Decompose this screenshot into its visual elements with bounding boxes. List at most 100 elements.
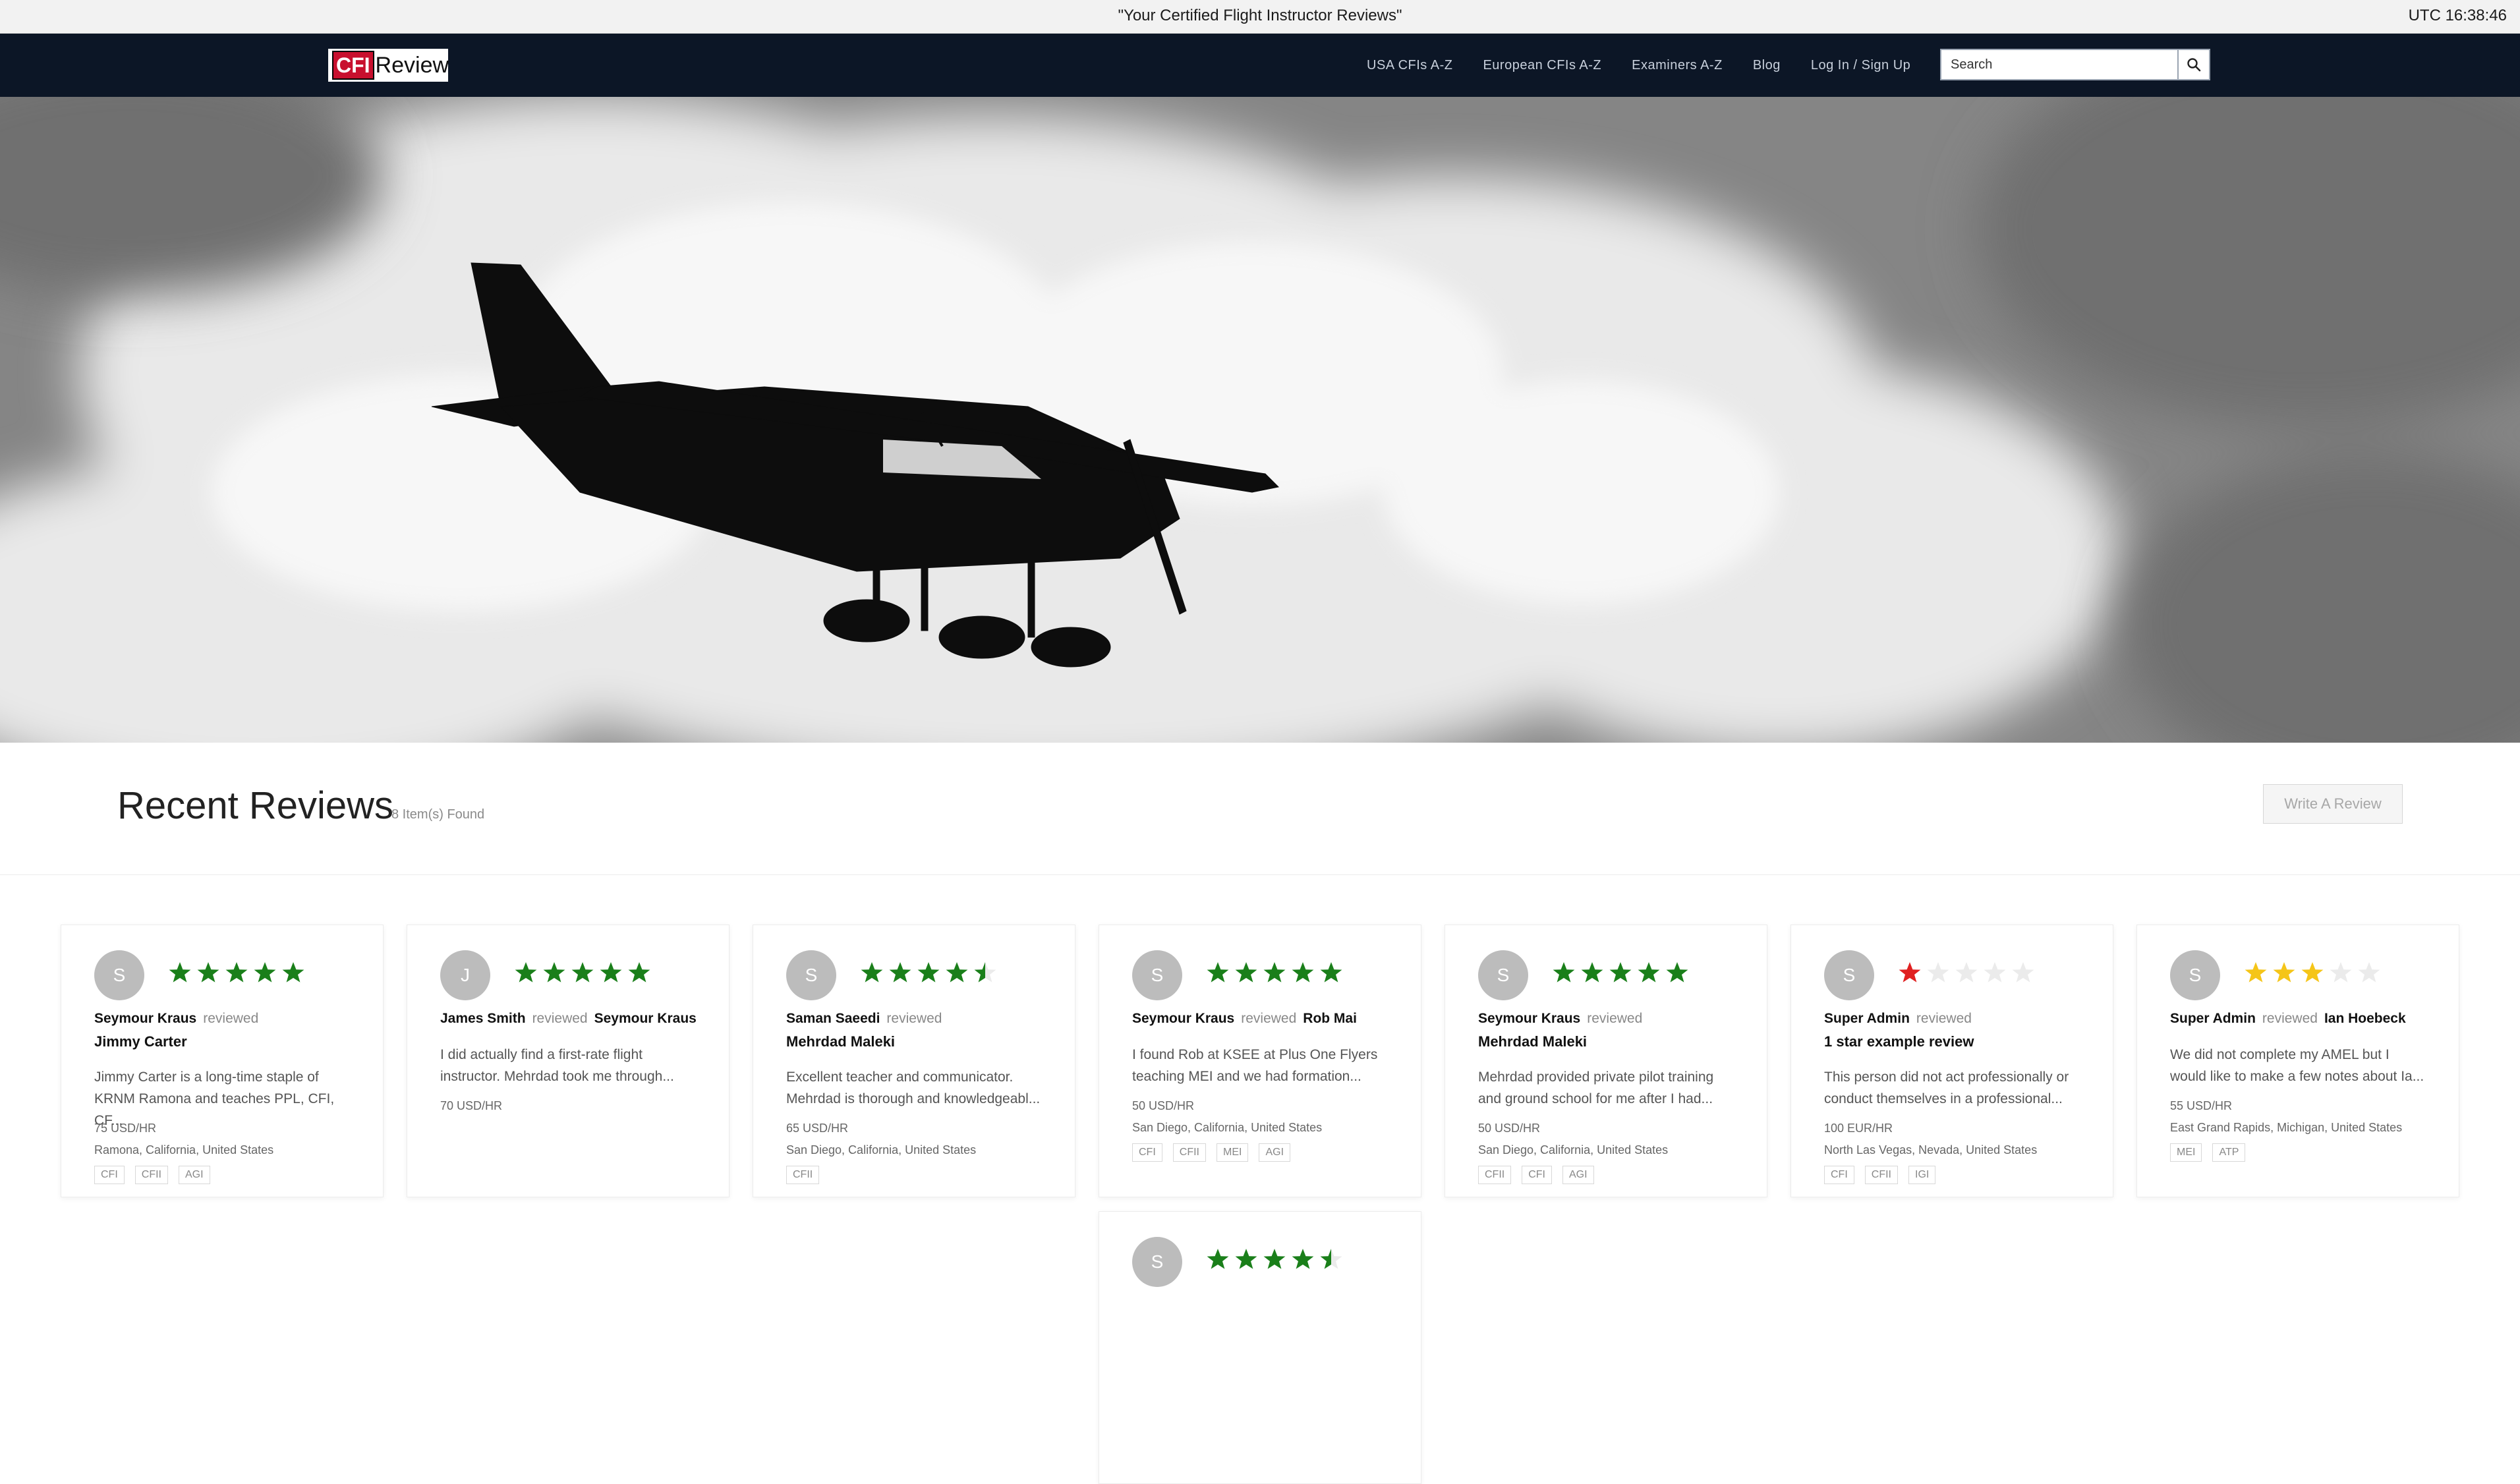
nav-link-examiners[interactable]: Examiners A-Z [1632,58,1723,73]
reviewed-subject[interactable]: Jimmy Carter [94,1033,187,1050]
section-title: Recent Reviews [117,784,394,827]
star-icon [1984,962,2006,983]
review-card[interactable]: S Seymour Kraus reviewed Mehrdad Maleki Mehr… [1445,925,1767,1197]
cert-tag: CFII [1864,1166,1898,1184]
write-review-button[interactable]: Write A Review [2263,784,2403,824]
nav-link-european-cfis[interactable]: European CFIs A-Z [1483,58,1601,73]
avatar: S [94,950,144,1000]
review-card[interactable]: S Seymour Kraus reviewed Jimmy Carter Jimmy … [61,925,384,1197]
search-input[interactable] [1941,50,2177,79]
cert-tag: CFII [134,1166,168,1184]
review-card[interactable]: S Super Admin reviewed Ian Hoebeck We did no… [2136,925,2459,1197]
search-box [1940,49,2210,80]
star-rating [1898,961,2040,987]
reviewer-line: Seymour Kraus reviewed [1478,1011,1649,1027]
reviewed-subject[interactable]: 1 star example review [1824,1033,1974,1050]
star-icon [1666,962,1688,983]
item-count: 8 Item(s) Found [391,807,485,822]
reviewer-line: James Smith reviewed Seymour Kraus [440,1011,697,1027]
review-card[interactable]: J James Smith reviewed Seymour Kraus I did a… [407,925,730,1197]
star-icon [1263,1249,1286,1269]
hero-image [0,97,2520,743]
nav-link-blog[interactable]: Blog [1753,58,1781,73]
avatar: S [2170,950,2220,1000]
star-icon [1263,962,1286,983]
star-icon [889,962,911,983]
star-icon [1553,962,1575,983]
avatar: S [1132,1237,1182,1287]
cert-tag: CFI [1522,1166,1552,1184]
hourly-rate: 50 USD/HR [1478,1122,1541,1135]
nav-links: USA CFIs A-Z European CFIs A-Z Examiners… [1367,34,1941,97]
review-excerpt: Mehrdad provided private pilot training … [1478,1070,1714,1106]
reviewer-name[interactable]: Seymour Kraus [1132,1011,1234,1026]
search-button[interactable] [2177,50,2209,79]
review-excerpt: I did actually find a first-rate flight … [440,1047,674,1084]
review-card[interactable]: S Saman Saeedi reviewed Mehrdad Maleki Excel… [753,925,1075,1197]
star-icon [2301,962,2324,983]
reviewed-instructor[interactable]: Rob Mai [1303,1011,1357,1026]
hourly-rate: 75 USD/HR [94,1122,157,1135]
system-bar: "Your Certified Flight Instructor Review… [0,0,2520,34]
site-logo[interactable]: CFI Review [328,49,449,82]
cert-tag: ATP [2212,1143,2246,1162]
star-icon [254,962,276,983]
star-icon [1207,962,1229,983]
star-icon [197,962,219,983]
location: East Grand Rapids, Michigan, United Stat… [2170,1121,2403,1134]
star-icon [1320,962,1342,983]
reviewed-label: reviewed [2262,1011,2318,1026]
reviewed-subject[interactable]: Mehrdad Maleki [1478,1033,1587,1050]
reviewer-name[interactable]: Super Admin [1824,1011,1910,1026]
reviewed-instructor[interactable]: Seymour Kraus [594,1011,697,1026]
nav-link-login-signup[interactable]: Log In / Sign Up [1811,58,1910,73]
star-icon [600,962,622,983]
star-icon [543,962,565,983]
star-icon [628,962,650,983]
review-card[interactable]: S [1099,1211,1421,1484]
star-icon [2330,962,2352,983]
reviewer-name[interactable]: Saman Saeedi [786,1011,880,1026]
avatar: S [1132,950,1182,1000]
cert-tag: MEI [1217,1143,1249,1162]
navbar: CFI Review USA CFIs A-Z European CFIs A-… [0,34,2520,97]
star-icon [282,962,304,983]
star-icon [1609,962,1632,983]
reviewed-label: reviewed [886,1011,942,1026]
reviewed-label: reviewed [532,1011,588,1026]
reviewed-subject[interactable]: Mehrdad Maleki [786,1033,895,1050]
hourly-rate: 100 EUR/HR [1824,1122,1893,1135]
cert-tag: CFI [1132,1143,1162,1162]
location: San Diego, California, United States [1132,1121,1323,1134]
cert-tag: CFII [1478,1166,1512,1184]
reviewed-label: reviewed [1241,1011,1297,1026]
cert-tag: CFI [1824,1166,1854,1184]
hourly-rate: 50 USD/HR [1132,1099,1195,1112]
star-icon [1955,962,1978,983]
reviewer-name[interactable]: Seymour Kraus [94,1011,196,1026]
review-excerpt: This person did not act professionally o… [1824,1070,2069,1106]
cert-tag: CFII [1172,1143,1206,1162]
avatar: J [440,950,490,1000]
reviewer-name[interactable]: Super Admin [2170,1011,2256,1026]
certification-tags: CFII CFI AGI [1478,1166,1605,1184]
star-icon [1235,962,1257,983]
certification-tags: CFII [786,1166,830,1184]
star-rating [1552,961,1694,987]
reviewed-label: reviewed [1916,1011,1972,1026]
nav-link-usa-cfis[interactable]: USA CFIs A-Z [1367,58,1452,73]
reviewer-line: Super Admin reviewed [1824,1011,1978,1027]
cert-tag: AGI [179,1166,210,1184]
reviewed-instructor[interactable]: Ian Hoebeck [2324,1011,2406,1026]
location: San Diego, California, United States [1478,1143,1669,1156]
certification-tags: MEI ATP [2170,1143,2256,1162]
review-card[interactable]: S Seymour Kraus reviewed Rob Mai I found Rob… [1099,925,1421,1197]
clock: UTC 16:38:46 [2408,7,2507,24]
reviewed-label: reviewed [1587,1011,1643,1026]
star-rating [1206,961,1348,987]
reviewer-name[interactable]: James Smith [440,1011,526,1026]
reviewer-name[interactable]: Seymour Kraus [1478,1011,1580,1026]
review-card[interactable]: S Super Admin reviewed 1 star example revie… [1790,925,2113,1197]
star-rating [168,961,310,987]
certification-tags: CFI CFII MEI AGI [1132,1143,1301,1162]
